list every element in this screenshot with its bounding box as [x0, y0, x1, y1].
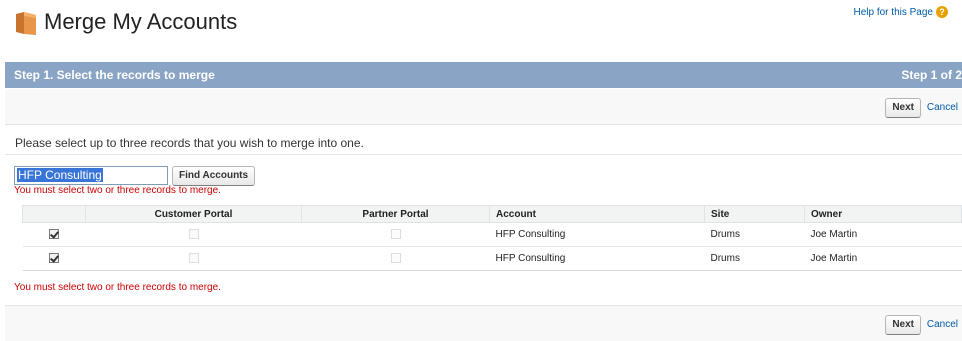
site-cell: Drums [704, 222, 805, 247]
table-header-row: Customer Portal Partner Portal Account S… [22, 205, 962, 223]
column-header-owner: Owner [804, 205, 962, 223]
next-button[interactable]: Next [885, 315, 921, 335]
customer-portal-checkbox [188, 229, 199, 240]
top-button-row: Next Cancel [5, 89, 962, 125]
help-link[interactable]: Help for this Page ? [853, 6, 948, 18]
bottom-button-row: Next Cancel [5, 305, 962, 341]
folder-icon [16, 12, 36, 35]
search-input-value: HFP Consulting [17, 168, 103, 182]
column-header-partner-portal: Partner Portal [301, 205, 490, 223]
step-header-bar: Step 1. Select the records to merge Step… [5, 62, 962, 88]
error-message-top: You must select two or three records to … [14, 185, 221, 196]
cancel-link[interactable]: Cancel [927, 102, 958, 113]
step-title: Step 1. Select the records to merge [14, 68, 215, 82]
select-record-checkbox[interactable] [49, 229, 59, 240]
page-header: Merge My Accounts Help for this Page ? [0, 0, 962, 50]
column-header-site: Site [704, 205, 805, 223]
find-accounts-button[interactable]: Find Accounts [172, 166, 256, 186]
partner-portal-checkbox [390, 253, 401, 264]
next-button[interactable]: Next [885, 98, 921, 118]
records-table: Customer Portal Partner Portal Account S… [22, 205, 962, 271]
account-cell: HFP Consulting [489, 246, 705, 271]
column-header-account: Account [489, 205, 705, 223]
owner-cell: Joe Martin [804, 222, 962, 247]
help-link-label: Help for this Page [853, 6, 934, 18]
search-input[interactable]: HFP Consulting [14, 166, 168, 185]
owner-cell: Joe Martin [804, 246, 962, 271]
cancel-link[interactable]: Cancel [927, 319, 958, 330]
table-row: HFP Consulting Drums Joe Martin [22, 222, 962, 247]
error-message-bottom: You must select two or three records to … [14, 282, 221, 293]
column-header-customer-portal: Customer Portal [85, 205, 302, 223]
step-count: Step 1 of 2 [901, 68, 962, 82]
divider [5, 154, 962, 155]
site-cell: Drums [704, 246, 805, 271]
partner-portal-checkbox [390, 229, 401, 240]
account-cell: HFP Consulting [489, 222, 705, 247]
select-record-checkbox[interactable] [49, 253, 59, 264]
customer-portal-checkbox [188, 253, 199, 264]
page-title: Merge My Accounts [44, 9, 238, 34]
question-icon: ? [936, 6, 948, 18]
table-row: HFP Consulting Drums Joe Martin [22, 246, 962, 271]
column-header-select [22, 205, 86, 223]
instructions-text: Please select up to three records that y… [15, 136, 364, 150]
